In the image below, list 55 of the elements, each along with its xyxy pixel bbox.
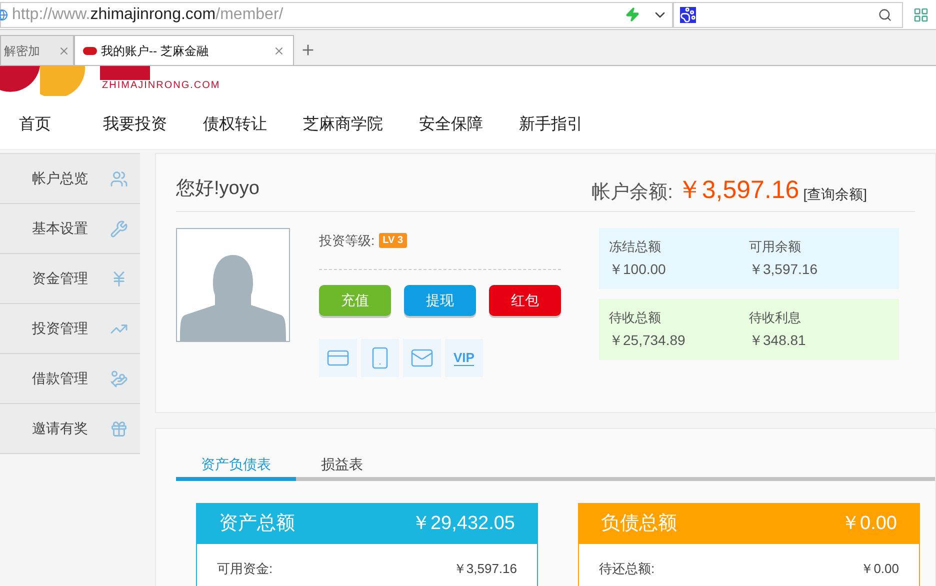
logo-subtext: ZHIMAJINRONG.COM [102,81,220,91]
panel-title: 负债总额 [601,512,677,536]
summary-value: ￥100.00 [609,260,667,279]
nav-link[interactable]: 首页 [19,112,51,136]
sidebar-item[interactable]: 借款管理 [0,354,140,404]
row-label: 可用资金: [217,560,273,578]
sidebar-item[interactable]: 邀请有奖 [0,404,140,454]
gift-icon [110,420,128,438]
summary-label: 待收利息 [749,309,802,328]
summary-value: ￥3,597.16 [749,260,818,279]
summary-label: 冻结总额 [609,238,662,256]
summary-value: ￥348.81 [749,330,807,350]
nav-link[interactable]: 新手指引 [519,112,583,136]
nav-link[interactable]: 安全保障 [419,112,483,136]
browser-tab[interactable]: 解密加 [0,35,74,65]
browser-tab[interactable]: 我的账户-- 芝麻金融 [74,35,294,65]
tab-title: 解密加 [4,42,40,60]
close-icon[interactable] [273,44,285,56]
balance-amount: ￥3,597.16 [676,174,800,206]
vip-label: VIP [454,350,474,366]
new-tab-icon[interactable] [300,42,316,58]
balance-label: 帐户余额: [592,180,673,204]
panel-total: ￥0.00 [841,512,897,536]
address-bar[interactable]: http://www.zhimajinrong.com/member/ [0,2,673,28]
tools-icon [110,220,128,238]
panel-total: ￥29,432.05 [411,512,515,536]
url-text: http://www.zhimajinrong.com/member/ [12,4,284,24]
level-badge: LV 3 [378,233,408,248]
close-icon[interactable] [58,44,70,56]
row-value: ￥3,597.16 [453,560,517,578]
nav-link[interactable]: 债权转让 [203,112,267,136]
check-balance-link[interactable]: [查询余额] [803,184,867,211]
summary-value: ￥25,734.89 [609,330,686,350]
panel-title: 资产总额 [219,512,295,536]
sidebar-item[interactable]: 基本设置 [0,204,140,254]
search-icon[interactable] [878,8,892,22]
summary-label: 待收总额 [609,309,662,328]
sidebar-item[interactable]: 帐户总览 [0,154,140,204]
paw-icon[interactable] [680,6,696,22]
hand-coin-icon [110,370,128,388]
nav-link[interactable]: 我要投资 [103,112,167,136]
row-label: 待还总额: [599,560,655,578]
greeting: 您好!yoyo [176,176,260,200]
report-tab[interactable]: 损益表 [296,451,388,481]
level-label: 投资等级: [319,232,375,250]
action-button[interactable]: 红包 [489,284,561,316]
search-field[interactable] [673,2,903,28]
sidebar-item[interactable]: 资金管理 [0,254,140,304]
sidebar-item[interactable]: 投资管理 [0,304,140,354]
row-value: ￥0.00 [860,560,899,578]
summary-label: 可用余额 [749,238,802,256]
users-icon [110,170,128,188]
tab-title: 我的账户-- 芝麻金融 [101,42,208,60]
nav-link[interactable]: 芝麻商学院 [303,112,383,136]
apps-icon[interactable] [913,6,929,22]
